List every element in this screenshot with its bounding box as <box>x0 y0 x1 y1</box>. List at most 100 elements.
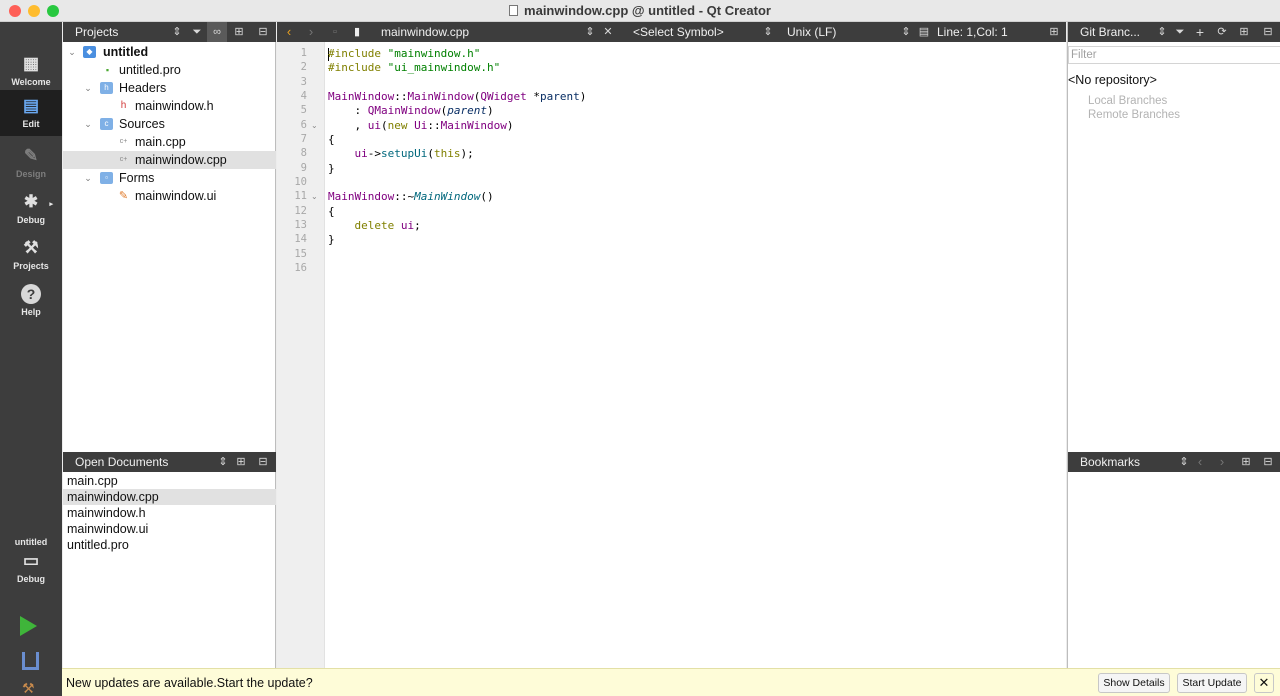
open-document-item[interactable]: mainwindow.cpp <box>63 489 276 505</box>
folder-icon: c <box>100 118 113 130</box>
add-branch-icon[interactable]: + <box>1190 22 1210 42</box>
split-icon[interactable]: ⊞ <box>1236 452 1256 472</box>
update-notification-bar: New updates are available.Start the upda… <box>62 668 1280 696</box>
close-pane-icon[interactable]: ⊟ <box>1258 22 1278 42</box>
kit-selector[interactable]: untitled ▭ Debug <box>0 534 62 598</box>
tree-item-project[interactable]: ⌄ ◆ untitled <box>63 43 276 61</box>
tree-item-headers[interactable]: ⌄ h Headers <box>63 79 276 97</box>
view-switch-arrows-icon[interactable]: ⇕ <box>167 22 187 42</box>
forward-arrow-icon[interactable]: › <box>301 22 321 42</box>
filter-icon[interactable]: ⏷ <box>1170 22 1190 42</box>
bookmarks-panel: Bookmarks ⇕ ‹ › ⊞ ⊟ <box>1067 452 1280 668</box>
mode-design[interactable]: ✎ Design <box>0 140 62 186</box>
next-bookmark-icon[interactable]: › <box>1212 452 1232 472</box>
header-file-icon: h <box>120 100 127 111</box>
symbol-selector[interactable]: <Select Symbol> <box>633 25 724 39</box>
close-pane-icon[interactable]: ⊟ <box>253 452 273 472</box>
chevron-down-icon: ⌄ <box>84 119 92 129</box>
mode-debug[interactable]: ✱ Debug ▸ <box>0 186 62 232</box>
file-icon: ▮ <box>353 26 361 38</box>
split-icon[interactable]: ⊞ <box>1044 22 1064 42</box>
branch-filter-input[interactable]: Filter <box>1068 46 1280 64</box>
split-icon[interactable]: ⊞ <box>1234 22 1254 42</box>
projects-panel: Projects ⇕ ⏷ ∞ ⊞ ⊟ ⌄ ◆ untitled ▪ untitl… <box>63 22 276 452</box>
back-arrow-icon[interactable]: ‹ <box>279 22 299 42</box>
code-line-1: #include "mainwindow.h" <box>328 47 481 60</box>
refresh-icon[interactable]: ⟳ <box>1212 22 1232 42</box>
debug-run-button[interactable] <box>22 652 39 670</box>
window-title: mainwindow.cpp @ untitled - Qt Creator <box>0 3 1280 18</box>
view-switch-arrows-icon[interactable]: ⇕ <box>1152 22 1172 42</box>
open-document-item[interactable]: mainwindow.ui <box>63 521 276 537</box>
close-notification-icon[interactable]: ✕ <box>1254 673 1274 693</box>
line-ending-arrows-icon[interactable]: ⇕ <box>896 22 916 42</box>
lock-icon: ▫ <box>333 26 337 38</box>
file-selector[interactable]: mainwindow.cpp <box>381 25 469 39</box>
fold-marker-icon[interactable]: ⌄ <box>311 121 318 130</box>
line-number: 16 <box>294 262 307 274</box>
chevron-down-icon: ⌄ <box>84 173 92 183</box>
line-ending-selector[interactable]: Unix (LF) <box>787 25 836 39</box>
help-icon: ? <box>21 284 41 304</box>
symbol-dropdown-arrows-icon[interactable]: ⇕ <box>758 22 778 42</box>
mode-projects[interactable]: ⚒ Projects <box>0 232 62 278</box>
open-document-item[interactable]: untitled.pro <box>63 537 276 553</box>
monitor-icon: ▭ <box>22 551 40 570</box>
tree-item-mainwindow-ui[interactable]: ✎ mainwindow.ui <box>63 187 276 205</box>
remote-branches-item[interactable]: Remote Branches <box>1088 109 1180 121</box>
split-icon[interactable]: ⊞ <box>231 452 251 472</box>
code-line-11: MainWindow::~MainWindow() <box>328 190 494 203</box>
fold-marker-icon[interactable]: ⌄ <box>311 192 318 201</box>
cpp-file-icon: c+ <box>119 156 128 163</box>
open-document-item[interactable]: main.cpp <box>63 473 276 489</box>
split-icon[interactable]: ⊞ <box>229 22 249 42</box>
tree-item-mainwindow-h[interactable]: h mainwindow.h <box>63 97 276 115</box>
tree-item-sources[interactable]: ⌄ c Sources <box>63 115 276 133</box>
line-number: 2 <box>300 61 307 73</box>
grid-icon: ▦ <box>22 54 40 73</box>
code-line-13: delete ui; <box>354 219 421 232</box>
close-pane-icon[interactable]: ⊟ <box>253 22 273 42</box>
cursor-position[interactable]: Line: 1,Col: 1 <box>937 25 1008 39</box>
code-line-8: ui->setupUi(this); <box>354 147 474 160</box>
document-edit-icon: ▤ <box>22 96 40 115</box>
cpp-file-icon: c+ <box>119 138 128 145</box>
link-with-editor-icon[interactable]: ∞ <box>207 22 227 42</box>
tree-item-forms[interactable]: ⌄ ▫ Forms <box>63 169 276 187</box>
show-details-button[interactable]: Show Details <box>1098 673 1170 693</box>
view-switch-arrows-icon[interactable]: ⇕ <box>213 452 233 472</box>
chevron-down-icon: ⌄ <box>84 83 92 93</box>
open-documents-panel: Open Documents ⇕ ⊞ ⊟ main.cpp mainwindow… <box>63 452 276 668</box>
run-button[interactable] <box>20 616 37 636</box>
open-document-item[interactable]: mainwindow.h <box>63 505 276 521</box>
outline-icon[interactable]: ▤ <box>914 22 934 42</box>
tree-item-mainwindow-cpp[interactable]: c+ mainwindow.cpp <box>63 151 276 169</box>
folder-icon: h <box>100 82 113 94</box>
bug-icon: ✱ <box>23 192 39 211</box>
code-editor[interactable]: 1 2 3 4 5 6 7 8 9 10 11 12 13 14 15 16 ⌄… <box>277 42 1066 668</box>
close-document-icon[interactable]: ✕ <box>598 22 618 42</box>
mode-edit[interactable]: ▤ Edit <box>0 90 62 136</box>
pencil-icon: ✎ <box>23 146 39 165</box>
bookmarks-header: Bookmarks ⇕ ‹ › ⊞ ⊟ <box>1068 452 1280 472</box>
code-line-6: , ui(new Ui::MainWindow) <box>328 119 514 132</box>
code-line-7: { <box>328 133 335 146</box>
filter-icon[interactable]: ⏷ <box>187 22 207 42</box>
editor-toolbar: ‹ › ▫ ▮ mainwindow.cpp ⇕ ✕ <Select Symbo… <box>277 22 1066 42</box>
mode-help[interactable]: ? Help <box>0 278 62 324</box>
code-line-12: { <box>328 205 335 218</box>
line-number: 12 <box>294 205 307 217</box>
close-pane-icon[interactable]: ⊟ <box>1258 452 1278 472</box>
title-bar: mainwindow.cpp @ untitled - Qt Creator <box>0 0 1280 22</box>
git-branches-panel: Git Branc... ⇕ ⏷ + ⟳ ⊞ ⊟ Filter <No repo… <box>1067 22 1280 452</box>
line-number: 5 <box>300 104 307 116</box>
build-hammer-icon[interactable]: ⚒ <box>22 681 40 695</box>
local-branches-item[interactable]: Local Branches <box>1088 95 1167 107</box>
tree-item-pro-file[interactable]: ▪ untitled.pro <box>63 61 276 79</box>
tree-item-main-cpp[interactable]: c+ main.cpp <box>63 133 276 151</box>
line-number: 7 <box>300 133 307 145</box>
file-dropdown-arrows-icon[interactable]: ⇕ <box>580 22 600 42</box>
start-update-button[interactable]: Start Update <box>1177 673 1247 693</box>
mode-welcome[interactable]: ▦ Welcome <box>0 48 62 94</box>
previous-bookmark-icon[interactable]: ‹ <box>1190 452 1210 472</box>
